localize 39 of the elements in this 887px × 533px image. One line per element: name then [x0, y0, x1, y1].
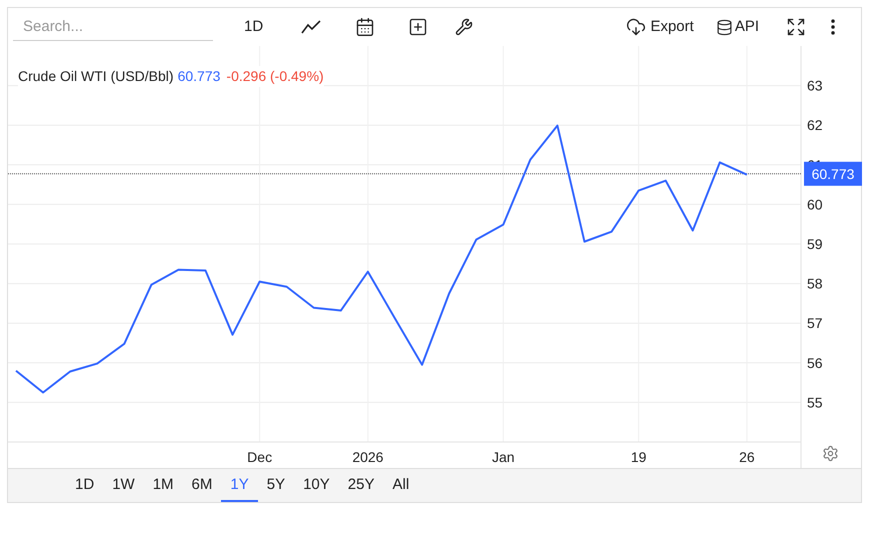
calendar-icon[interactable]: [355, 17, 376, 37]
export-button[interactable]: Export: [626, 16, 694, 38]
x-axis-label: 26: [739, 449, 755, 465]
instrument-name: Crude Oil WTI (USD/Bbl): [18, 67, 174, 86]
interval-button[interactable]: 1D: [240, 16, 268, 38]
price-change: -0.296 (-0.49%): [226, 67, 324, 86]
current-price-label: 60.773: [804, 162, 862, 186]
wrench-icon[interactable]: [455, 18, 474, 36]
ref-line-label: 60.773: [812, 166, 855, 182]
range-tab[interactable]: 10Y: [294, 469, 339, 502]
x-axis-label: 2026: [352, 449, 384, 465]
line-chart-icon[interactable]: [301, 19, 322, 35]
range-tab[interactable]: 5Y: [258, 469, 294, 502]
range-tab[interactable]: 1Y: [221, 469, 258, 502]
y-axis-label: 58: [807, 276, 823, 292]
y-axis-label: 59: [807, 236, 823, 252]
database-icon: [716, 18, 733, 36]
price-value: 60.773: [178, 67, 220, 86]
range-tab[interactable]: 1W: [103, 469, 144, 502]
api-button[interactable]: API: [716, 16, 759, 38]
range-tab[interactable]: 1D: [66, 469, 104, 502]
y-axis-label: 55: [807, 394, 823, 410]
y-axis-label: 60: [807, 196, 823, 212]
y-axis-label: 62: [807, 117, 823, 134]
y-axis-label: 63: [807, 78, 823, 94]
range-tab[interactable]: 25Y: [338, 469, 384, 502]
search-field[interactable]: Search...: [13, 13, 213, 41]
y-axis-label: 57: [807, 315, 823, 332]
y-axis-label: 56: [807, 354, 823, 371]
cloud-download-icon: [626, 17, 646, 37]
x-axis-label: 19: [630, 449, 646, 465]
range-tab[interactable]: All: [384, 469, 418, 502]
x-axis-label: Dec: [247, 449, 272, 465]
fullscreen-icon[interactable]: [786, 17, 806, 37]
settings-icon[interactable]: [822, 445, 839, 462]
range-tab[interactable]: 1M: [144, 469, 183, 502]
x-axis-label: Jan: [492, 449, 515, 465]
add-icon[interactable]: [408, 17, 428, 37]
range-tab[interactable]: 6M: [182, 469, 222, 502]
